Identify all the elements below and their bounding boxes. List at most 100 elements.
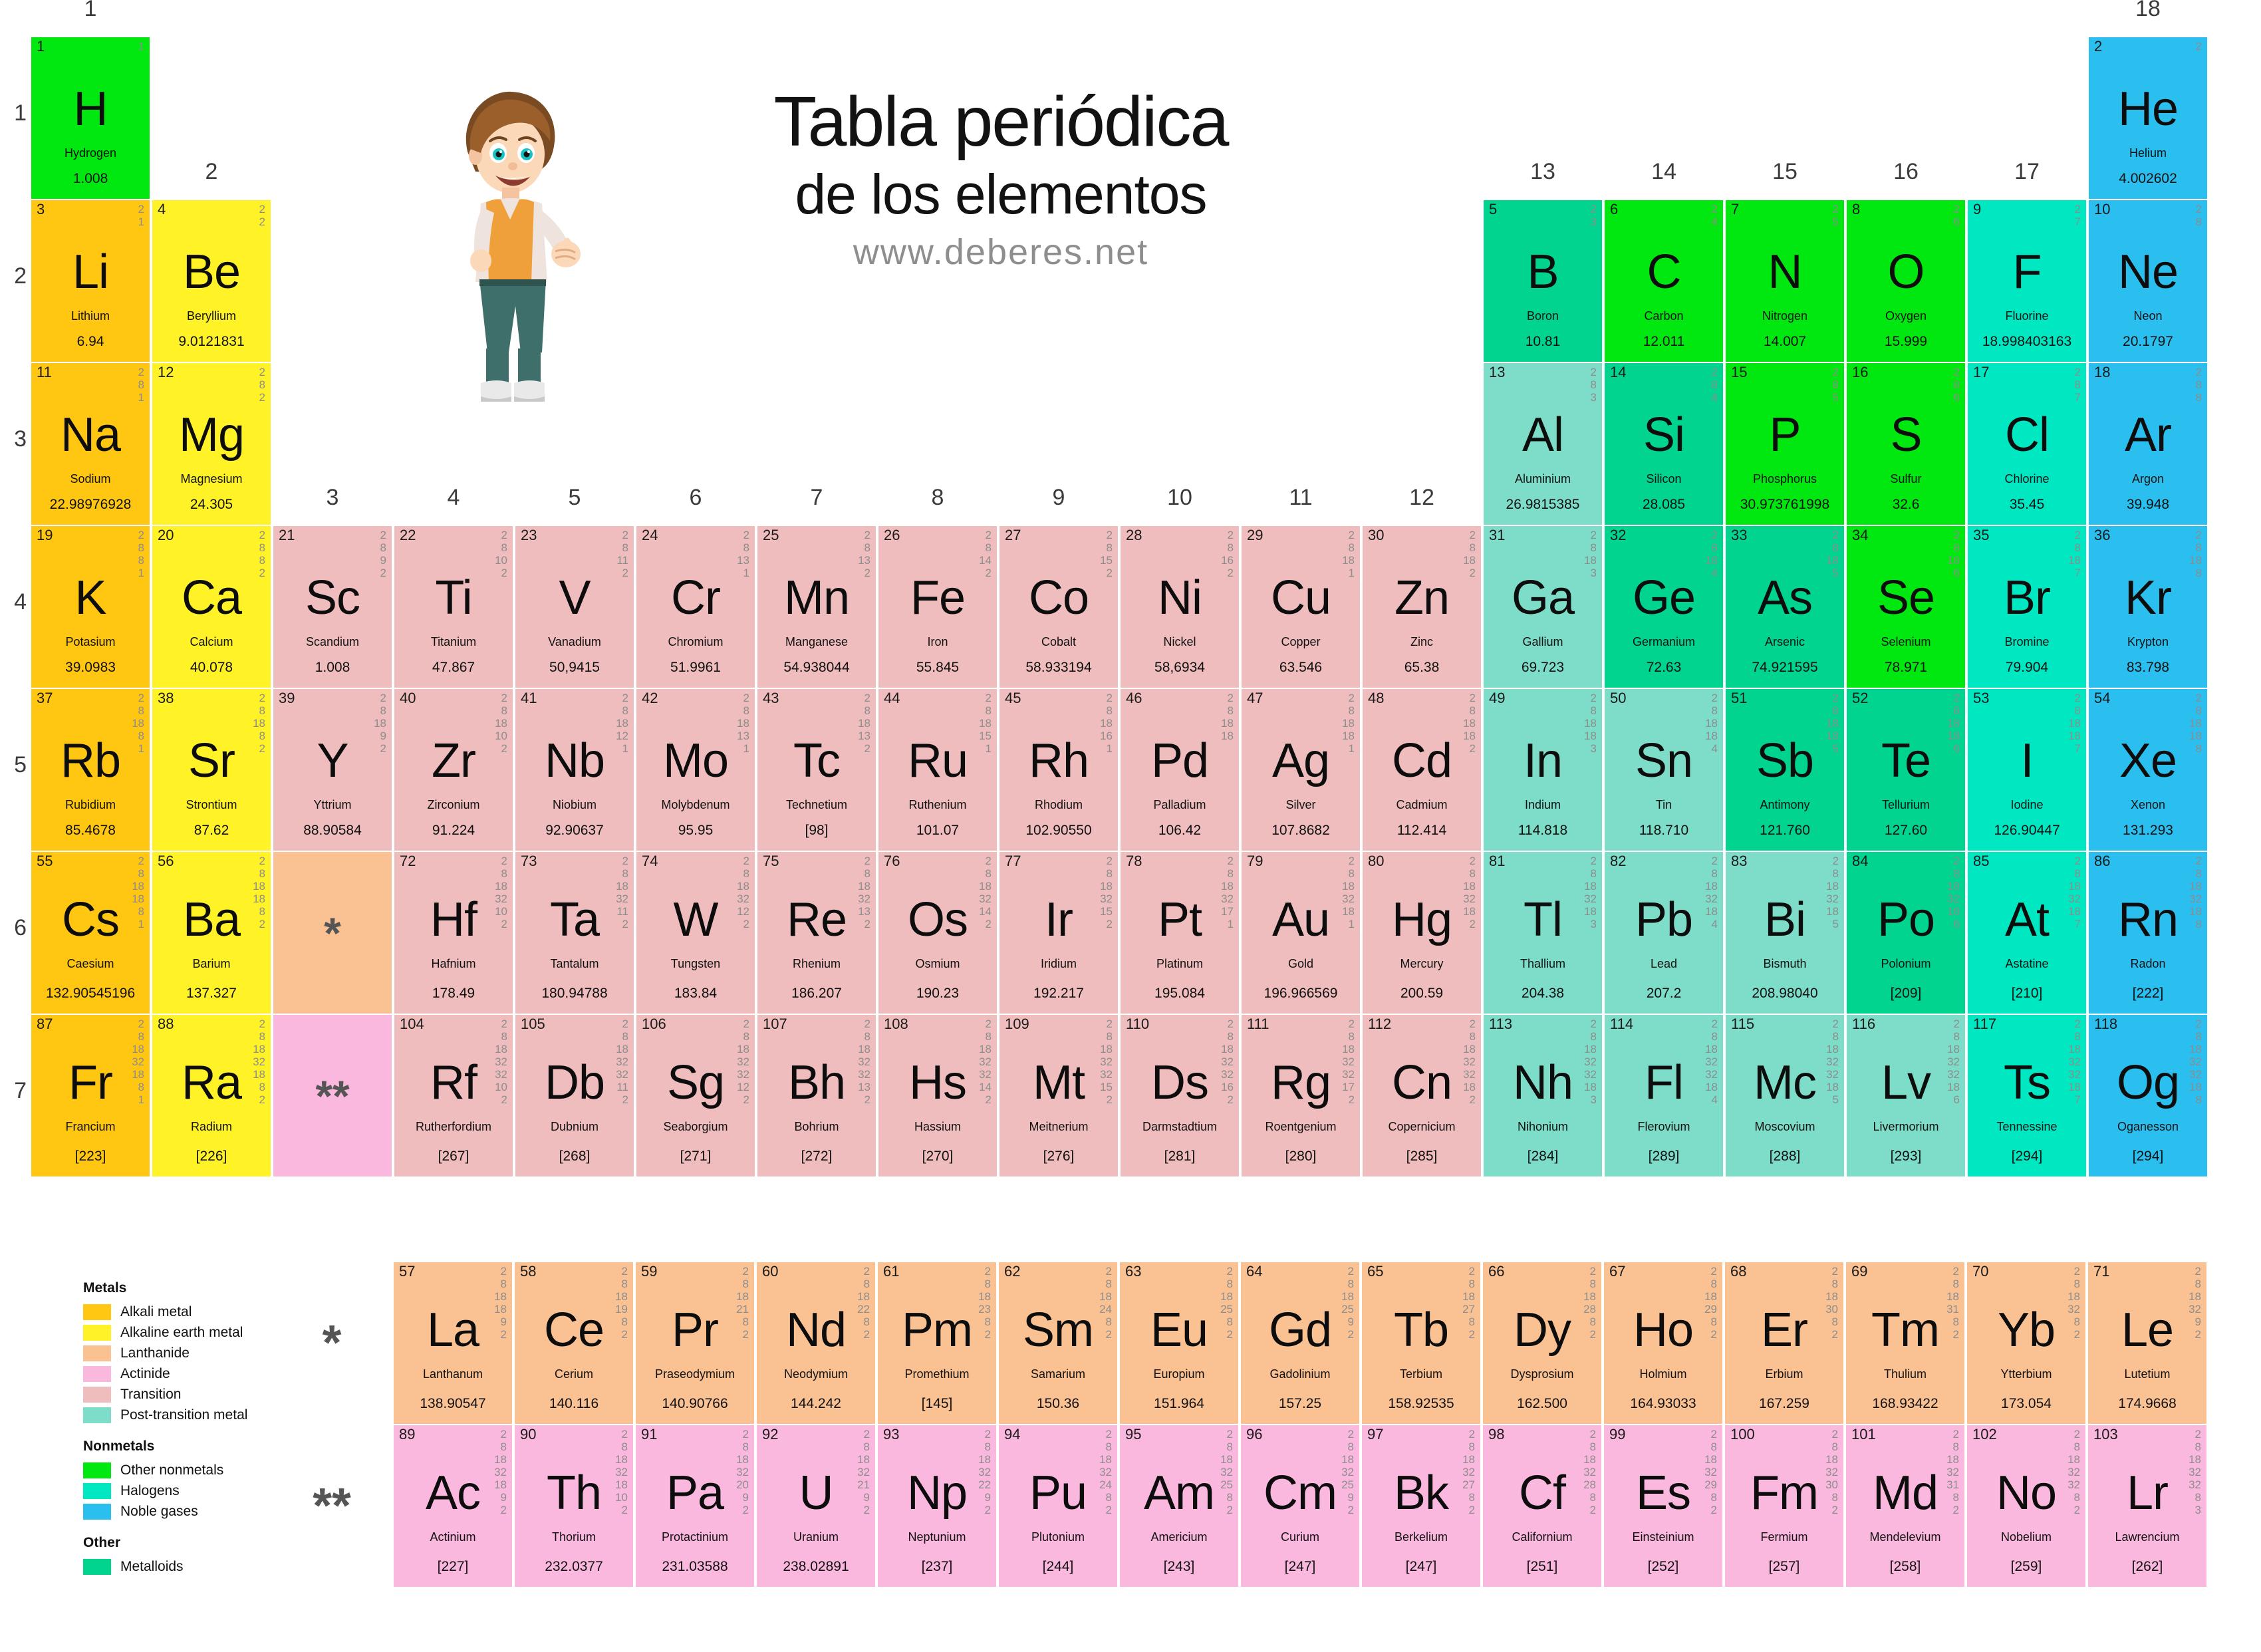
element-cell-Cf[interactable]: 98 2 8 18 32 28 8 2 Cf Californium [251]: [1483, 1425, 1601, 1587]
element-cell-Te[interactable]: 52 2 8 18 18 6 Te Tellurium 127.60: [1847, 689, 1965, 851]
element-cell-Ac[interactable]: 89 2 8 18 32 18 9 2 Ac Actinium [227]: [394, 1425, 512, 1587]
element-cell-Pm[interactable]: 61 2 8 18 23 8 2 Pm Promethium [145]: [878, 1262, 996, 1424]
element-cell-La[interactable]: 57 2 8 18 18 9 2 La Lanthanum 138.90547: [394, 1262, 512, 1424]
element-cell-Bk[interactable]: 97 2 8 18 32 27 8 2 Bk Berkelium [247]: [1362, 1425, 1480, 1587]
element-cell-Co[interactable]: 27 2 8 15 2 Co Cobalt 58.933194: [999, 526, 1118, 688]
element-cell-Lv[interactable]: 116 2 8 18 32 32 18 6 Lv Livermorium [293]: [1847, 1015, 1965, 1176]
element-cell-Pu[interactable]: 94 2 8 18 32 24 8 2 Pu Plutonium [244]: [999, 1425, 1117, 1587]
element-cell-Rn[interactable]: 86 2 8 18 32 18 8 Rn Radon [222]: [2089, 852, 2207, 1014]
element-cell-Cr[interactable]: 24 2 8 13 1 Cr Chromium 51.9961: [636, 526, 755, 688]
element-cell-As[interactable]: 33 2 8 18 5 As Arsenic 74.921595: [1726, 526, 1844, 688]
element-cell-Pr[interactable]: 59 2 8 18 21 8 2 Pr Praseodymium 140.90766: [636, 1262, 754, 1424]
element-cell-Sn[interactable]: 50 2 8 18 18 4 Sn Tin 118.710: [1605, 689, 1723, 851]
element-cell-Se[interactable]: 34 2 8 18 6 Se Selenium 78.971: [1847, 526, 1965, 688]
element-cell-Nd[interactable]: 60 2 8 18 22 8 2 Nd Neodymium 144.242: [757, 1262, 875, 1424]
element-cell-Er[interactable]: 68 2 8 18 30 8 2 Er Erbium 167.259: [1725, 1262, 1843, 1424]
element-cell-K[interactable]: 19 2 8 8 1 K Potasium 39.0983: [31, 526, 150, 688]
element-cell-U[interactable]: 92 2 8 18 32 21 9 2 U Uranium 238.02891: [757, 1425, 875, 1587]
actinide-placeholder-cell[interactable]: **: [273, 1015, 392, 1176]
element-cell-O[interactable]: 8 2 6 O Oxygen 15.999: [1847, 200, 1965, 362]
element-cell-Sb[interactable]: 51 2 8 18 18 5 Sb Antimony 121.760: [1726, 689, 1844, 851]
element-cell-Og[interactable]: 118 2 8 18 32 32 18 8 Og Oganesson [294]: [2089, 1015, 2207, 1176]
element-cell-Zn[interactable]: 30 2 8 18 2 Zn Zinc 65.38: [1363, 526, 1481, 688]
legend-item-transition[interactable]: Transition: [83, 1384, 362, 1405]
element-cell-Rh[interactable]: 45 2 8 18 16 1 Rh Rhodium 102.90550: [999, 689, 1118, 851]
element-cell-Cu[interactable]: 29 2 8 18 1 Cu Copper 63.546: [1242, 526, 1360, 688]
element-cell-Cl[interactable]: 17 2 8 7 Cl Chlorine 35.45: [1968, 363, 2086, 525]
element-cell-Ti[interactable]: 22 2 8 10 2 Ti Titanium 47.867: [394, 526, 513, 688]
element-cell-Ar[interactable]: 18 2 8 8 Ar Argon 39.948: [2089, 363, 2207, 525]
element-cell-Y[interactable]: 39 2 8 18 9 2 Y Yttrium 88.90584: [273, 689, 392, 851]
element-cell-Es[interactable]: 99 2 8 18 32 29 8 2 Es Einsteinium [252]: [1604, 1425, 1722, 1587]
element-cell-Os[interactable]: 76 2 8 18 32 14 2 Os Osmium 190.23: [878, 852, 997, 1014]
element-cell-Ru[interactable]: 44 2 8 18 15 1 Ru Ruthenium 101.07: [878, 689, 997, 851]
element-cell-Nh[interactable]: 113 2 8 18 32 32 18 3 Nh Nihonium [284]: [1484, 1015, 1602, 1176]
element-cell-Ra[interactable]: 88 2 8 18 32 18 8 2 Ra Radium [226]: [152, 1015, 271, 1176]
element-cell-Sc[interactable]: 21 2 8 9 2 Sc Scandium 1.008: [273, 526, 392, 688]
element-cell-At[interactable]: 85 2 8 18 32 18 7 At Astatine [210]: [1968, 852, 2086, 1014]
element-cell-Au[interactable]: 79 2 8 18 32 18 1 Au Gold 196.966569: [1242, 852, 1360, 1014]
element-cell-Ds[interactable]: 110 2 8 18 32 32 16 2 Ds Darmstadtium [281]: [1121, 1015, 1239, 1176]
element-cell-Lr[interactable]: 103 2 8 18 32 32 8 3 Lr Lawrencium [262]: [2088, 1425, 2206, 1587]
element-cell-Fm[interactable]: 100 2 8 18 32 30 8 2 Fm Fermium [257]: [1725, 1425, 1843, 1587]
element-cell-Nb[interactable]: 41 2 8 18 12 1 Nb Niobium 92.90637: [515, 689, 634, 851]
element-cell-Th[interactable]: 90 2 8 18 32 18 10 2 Th Thorium 232.0377: [515, 1425, 633, 1587]
element-cell-Gd[interactable]: 64 2 8 18 25 9 2 Gd Gadolinium 157.25: [1241, 1262, 1359, 1424]
element-cell-Db[interactable]: 105 2 8 18 32 32 11 2 Db Dubnium [268]: [515, 1015, 634, 1176]
element-cell-Bh[interactable]: 107 2 8 18 32 32 13 2 Bh Bohrium [272]: [757, 1015, 876, 1176]
element-cell-P[interactable]: 15 2 8 5 P Phosphorus 30.973761998: [1726, 363, 1844, 525]
element-cell-Ho[interactable]: 67 2 8 18 29 8 2 Ho Holmium 164.93033: [1604, 1262, 1722, 1424]
element-cell-Be[interactable]: 4 2 2 Be Beryllium 9.0121831: [152, 200, 271, 362]
element-cell-Rf[interactable]: 104 2 8 18 32 32 10 2 Rf Rutherfordium [267]: [394, 1015, 513, 1176]
element-cell-Tm[interactable]: 69 2 8 18 31 8 2 Tm Thulium 168.93422: [1846, 1262, 1964, 1424]
element-cell-Ag[interactable]: 47 2 8 18 18 1 Ag Silver 107.8682: [1242, 689, 1360, 851]
element-cell-S[interactable]: 16 2 8 6 S Sulfur 32.6: [1847, 363, 1965, 525]
element-cell-Eu[interactable]: 63 2 8 18 25 8 2 Eu Europium 151.964: [1120, 1262, 1238, 1424]
element-cell-Ne[interactable]: 10 2 8 Ne Neon 20.1797: [2089, 200, 2207, 362]
element-cell-Cm[interactable]: 96 2 8 18 32 25 9 2 Cm Curium [247]: [1241, 1425, 1359, 1587]
element-cell-N[interactable]: 7 2 5 N Nitrogen 14.007: [1726, 200, 1844, 362]
element-cell-V[interactable]: 23 2 8 11 2 V Vanadium 50,9415: [515, 526, 634, 688]
element-cell-Ts[interactable]: 117 2 8 18 32 32 18 7 Ts Tennessine [294]: [1968, 1015, 2086, 1176]
element-cell-Hs[interactable]: 108 2 8 18 32 32 14 2 Hs Hassium [270]: [878, 1015, 997, 1176]
element-cell-Po[interactable]: 84 2 8 18 32 18 6 Po Polonium [209]: [1847, 852, 1965, 1014]
element-cell-Mg[interactable]: 12 2 8 2 Mg Magnesium 24.305: [152, 363, 271, 525]
element-cell-B[interactable]: 5 2 3 B Boron 10.81: [1484, 200, 1602, 362]
element-cell-Np[interactable]: 93 2 8 18 32 22 9 2 Np Neptunium [237]: [878, 1425, 996, 1587]
element-cell-Ta[interactable]: 73 2 8 18 32 11 2 Ta Tantalum 180.94788: [515, 852, 634, 1014]
element-cell-Li[interactable]: 3 2 1 Li Lithium 6.94: [31, 200, 150, 362]
element-cell-Kr[interactable]: 36 2 8 18 8 Kr Krypton 83.798: [2089, 526, 2207, 688]
element-cell-No[interactable]: 102 2 8 18 32 32 8 2 No Nobelium [259]: [1967, 1425, 2085, 1587]
element-cell-Pd[interactable]: 46 2 8 18 18 Pd Palladium 106.42: [1121, 689, 1239, 851]
element-cell-Ge[interactable]: 32 2 8 18 4 Ge Germanium 72.63: [1605, 526, 1723, 688]
element-cell-Tb[interactable]: 65 2 8 18 27 8 2 Tb Terbium 158.92535: [1362, 1262, 1480, 1424]
element-cell-Ce[interactable]: 58 2 8 18 19 8 2 Ce Cerium 140.116: [515, 1262, 633, 1424]
element-cell-Rg[interactable]: 111 2 8 18 32 32 17 2 Rg Roentgenium [280]: [1242, 1015, 1360, 1176]
element-cell-Mo[interactable]: 42 2 8 18 13 1 Mo Molybdenum 95.95: [636, 689, 755, 851]
element-cell-Dy[interactable]: 66 2 8 18 28 8 2 Dy Dysprosium 162.500: [1483, 1262, 1601, 1424]
element-cell-Ca[interactable]: 20 2 8 8 2 Ca Calcium 40.078: [152, 526, 271, 688]
element-cell-Sr[interactable]: 38 2 8 18 8 2 Sr Strontium 87.62: [152, 689, 271, 851]
element-cell-Tl[interactable]: 81 2 8 18 32 18 3 Tl Thallium 204.38: [1484, 852, 1602, 1014]
element-cell-He[interactable]: 2 2 He Helium 4.002602: [2089, 37, 2207, 199]
element-cell-Am[interactable]: 95 2 8 18 32 25 8 2 Am Americium [243]: [1120, 1425, 1238, 1587]
element-cell-Re[interactable]: 75 2 8 18 32 13 2 Re Rhenium 186.207: [757, 852, 876, 1014]
element-cell-In[interactable]: 49 2 8 18 18 3 In Indium 114.818: [1484, 689, 1602, 851]
element-cell-W[interactable]: 74 2 8 18 32 12 2 W Tungsten 183.84: [636, 852, 755, 1014]
legend-item-metalloids[interactable]: Metalloids: [83, 1556, 362, 1577]
element-cell-Ni[interactable]: 28 2 8 16 2 Ni Nickel 58,6934: [1121, 526, 1239, 688]
element-cell-C[interactable]: 6 2 4 C Carbon 12.011: [1605, 200, 1723, 362]
element-cell-Al[interactable]: 13 2 8 3 Al Aluminium 26.9815385: [1484, 363, 1602, 525]
legend-item-post-transition-metal[interactable]: Post-transition metal: [83, 1405, 362, 1425]
element-cell-Fl[interactable]: 114 2 8 18 32 32 18 4 Fl Flerovium [289]: [1605, 1015, 1723, 1176]
element-cell-Na[interactable]: 11 2 8 1 Na Sodium 22.98976928: [31, 363, 150, 525]
element-cell-Cn[interactable]: 112 2 8 18 32 32 18 2 Cn Copernicium [285]: [1363, 1015, 1481, 1176]
element-cell-Pb[interactable]: 82 2 8 18 32 18 4 Pb Lead 207.2: [1605, 852, 1723, 1014]
element-cell-Sg[interactable]: 106 2 8 18 32 32 12 2 Sg Seaborgium [271]: [636, 1015, 755, 1176]
element-cell-Mc[interactable]: 115 2 8 18 32 32 18 5 Mc Moscovium [288]: [1726, 1015, 1844, 1176]
element-cell-Cs[interactable]: 55 2 8 18 18 8 1 Cs Caesium 132.90545196: [31, 852, 150, 1014]
element-cell-Fe[interactable]: 26 2 8 14 2 Fe Iron 55.845: [878, 526, 997, 688]
element-cell-Xe[interactable]: 54 2 8 18 18 8 Xe Xenon 131.293: [2089, 689, 2207, 851]
element-cell-Hg[interactable]: 80 2 8 18 32 18 2 Hg Mercury 200.59: [1363, 852, 1481, 1014]
element-cell-Mt[interactable]: 109 2 8 18 32 32 15 2 Mt Meitnerium [276]: [999, 1015, 1118, 1176]
